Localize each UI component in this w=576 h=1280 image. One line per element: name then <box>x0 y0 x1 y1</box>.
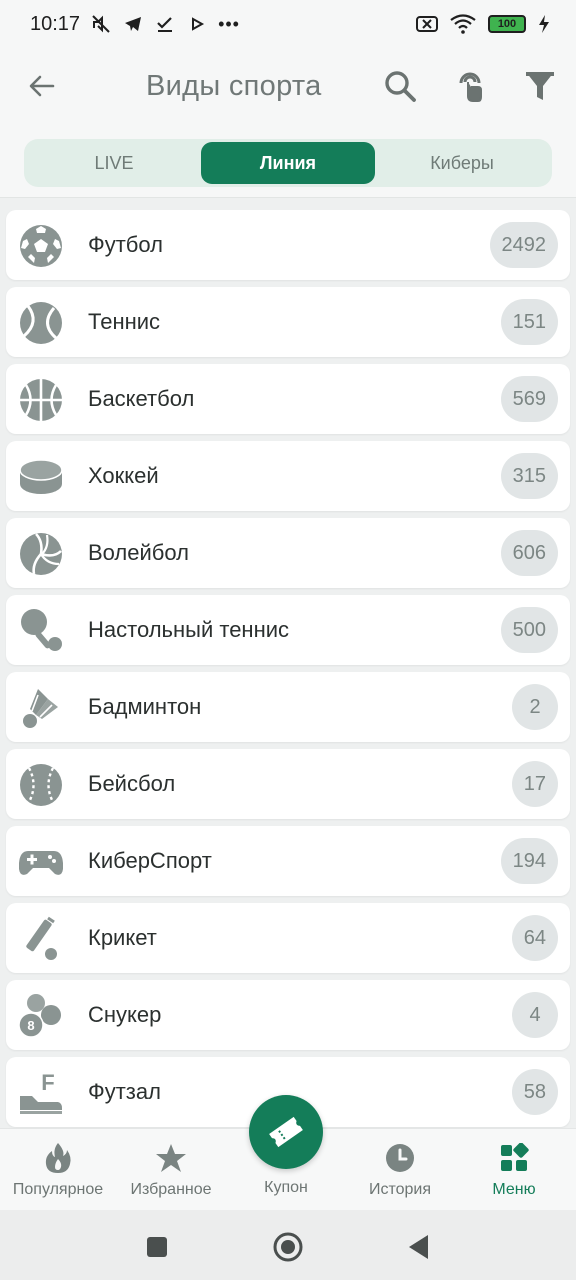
event-count-badge: 4 <box>512 992 558 1038</box>
system-navigation-bar <box>0 1210 576 1280</box>
event-count-badge: 500 <box>500 607 558 653</box>
tab-line[interactable]: Линия <box>201 142 375 184</box>
event-count-badge: 569 <box>500 376 558 422</box>
sport-name: Снукер <box>88 1002 162 1027</box>
sport-row-esports[interactable]: КиберСпорт 194 <box>6 826 570 896</box>
event-count-badge: 17 <box>511 761 558 807</box>
battery-icon: 100 <box>488 15 526 33</box>
tab-cyber[interactable]: Киберы <box>375 142 549 184</box>
event-count-badge: 315 <box>500 453 558 499</box>
sport-row-cricket[interactable]: Крикет 64 <box>6 903 570 973</box>
sport-name: Баскетбол <box>88 386 195 411</box>
sport-name: Футзал <box>88 1079 161 1104</box>
sport-row-volleyball[interactable]: Волейбол 606 <box>6 518 570 588</box>
mute-icon <box>90 13 112 35</box>
back-button[interactable] <box>24 68 60 104</box>
filter-button[interactable] <box>520 66 560 106</box>
nav-menu-label: Меню <box>492 1181 536 1198</box>
tab-live[interactable]: LIVE <box>27 142 201 184</box>
cricket-icon <box>18 916 64 962</box>
event-count-badge: 2 <box>512 684 558 730</box>
volleyball-icon <box>18 531 64 577</box>
sport-row-tennis[interactable]: Теннис 151 <box>6 287 570 357</box>
event-count-badge: 606 <box>500 530 558 576</box>
star-icon <box>154 1141 188 1175</box>
event-count-badge: 64 <box>511 915 558 961</box>
nav-favorites-label: Избранное <box>130 1181 212 1198</box>
sport-name: Настольный теннис <box>88 617 290 642</box>
search-button[interactable] <box>380 66 420 106</box>
event-count-badge: 194 <box>500 838 558 884</box>
sport-row-table-tennis[interactable]: Настольный теннис 500 <box>6 595 570 665</box>
sport-row-hockey[interactable]: Хоккей 315 <box>6 441 570 511</box>
segmented-tabs: LIVE Линия Киберы <box>24 139 552 187</box>
back-triangle-icon <box>409 1235 428 1259</box>
sim-off-icon <box>416 13 438 35</box>
nav-history-label: История <box>368 1181 432 1198</box>
nav-coupon-label: Купон <box>264 1179 308 1196</box>
filter-icon <box>526 72 554 100</box>
baseball-icon <box>18 762 64 808</box>
status-time: 10:17 <box>30 12 81 35</box>
flame-icon <box>41 1141 75 1175</box>
tennis-ball-icon <box>18 300 64 346</box>
sport-row-snooker[interactable]: 8 Снукер 4 <box>6 980 570 1050</box>
menu-grid-icon <box>497 1141 531 1175</box>
page-title: Виды спорта <box>146 70 322 102</box>
sport-row-badminton[interactable]: Бадминтон 2 <box>6 672 570 742</box>
event-count-badge: 2492 <box>489 222 558 268</box>
coupon-button[interactable] <box>249 1095 323 1169</box>
battery-level: 100 <box>497 18 517 30</box>
nav-popular-label: Популярное <box>12 1181 104 1198</box>
sport-row-football[interactable]: Футбол 2492 <box>6 210 570 280</box>
nav-history[interactable]: История <box>342 1129 458 1211</box>
sport-name: КиберСпорт <box>88 848 212 873</box>
sport-name: Хоккей <box>88 463 159 488</box>
status-more: ••• <box>218 13 240 34</box>
sport-name: Бейсбол <box>88 771 176 796</box>
event-count-badge: 58 <box>511 1069 558 1115</box>
play-icon <box>186 13 208 35</box>
snooker-icon: 8 <box>18 993 64 1039</box>
sport-name: Волейбол <box>88 540 189 565</box>
ticket-icon <box>269 1116 303 1148</box>
search-icon <box>385 71 416 102</box>
back-arrow-icon <box>29 75 55 97</box>
svg-text:8: 8 <box>27 1018 34 1033</box>
hockey-puck-icon <box>18 454 64 500</box>
tabs-container: LIVE Линия Киберы <box>0 130 576 198</box>
sport-name: Крикет <box>88 925 157 950</box>
status-bar: 10:17 ••• 100 <box>0 0 576 48</box>
touch-icon <box>459 72 482 102</box>
charging-icon <box>538 13 550 35</box>
sport-row-baseball[interactable]: Бейсбол 17 <box>6 749 570 819</box>
wifi-icon <box>450 13 476 35</box>
table-tennis-icon <box>18 608 64 654</box>
app-header: Виды спорта <box>0 48 576 130</box>
back-nav-button[interactable] <box>402 1230 436 1264</box>
event-count-badge: 151 <box>500 299 558 345</box>
telegram-icon <box>122 13 144 35</box>
gamepad-icon <box>18 839 64 885</box>
square-icon <box>147 1237 167 1257</box>
recent-apps-button[interactable] <box>140 1230 174 1264</box>
basketball-icon <box>18 377 64 423</box>
soccer-ball-icon <box>18 223 64 269</box>
futsal-icon: F <box>18 1070 64 1116</box>
check-icon <box>154 13 176 35</box>
nav-favorites[interactable]: Избранное <box>113 1129 229 1211</box>
sports-list: Футбол 2492 Теннис 151 Баскетбол 569 Хок… <box>6 210 570 1134</box>
nav-popular[interactable]: Популярное <box>0 1129 116 1211</box>
svg-text:F: F <box>41 1070 54 1095</box>
nav-menu[interactable]: Меню <box>456 1129 572 1211</box>
shuttlecock-icon <box>18 685 64 731</box>
clock-icon <box>383 1141 417 1175</box>
home-circle-icon <box>273 1232 303 1262</box>
home-button[interactable] <box>271 1230 305 1264</box>
sport-name: Футбол <box>88 232 163 257</box>
sport-row-basketball[interactable]: Баскетбол 569 <box>6 364 570 434</box>
sport-name: Теннис <box>88 309 161 334</box>
touch-button[interactable] <box>450 66 490 106</box>
sport-name: Бадминтон <box>88 694 202 719</box>
